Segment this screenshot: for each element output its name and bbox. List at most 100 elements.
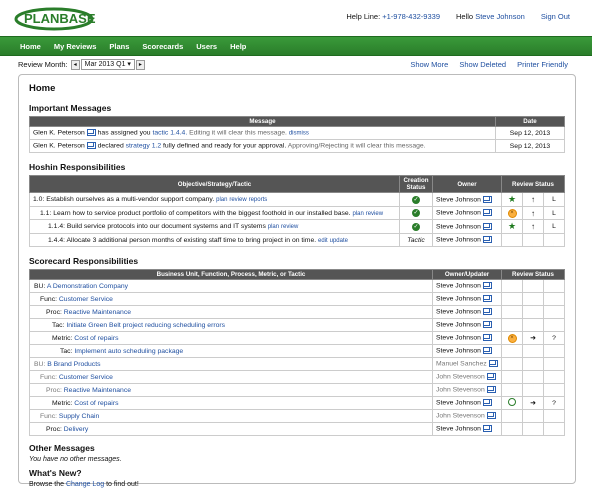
col-objective: Objective/Strategy/Tactic [29, 175, 400, 193]
check-icon: ✓ [412, 209, 420, 217]
scorecard-item-link[interactable]: Customer Service [59, 296, 113, 303]
greeting: Hello Steve Johnson [456, 12, 525, 21]
mail-icon[interactable] [482, 295, 492, 303]
mail-icon[interactable] [482, 425, 492, 433]
mail-icon[interactable] [488, 360, 498, 368]
scorecard-item-link[interactable]: Reactive Maintenance [64, 309, 131, 316]
sign-out-link[interactable]: Sign Out [541, 12, 570, 21]
review-link[interactable]: review [281, 224, 298, 230]
scorecard-item-link[interactable]: Reactive Maintenance [64, 387, 131, 394]
mail-icon[interactable] [486, 412, 496, 420]
hoshin-row: 1.0: Establish ourselves as a multi-vend… [29, 192, 565, 207]
planbase-logo[interactable]: PLANBASE [14, 5, 122, 31]
mail-icon[interactable] [482, 347, 492, 355]
nav-users[interactable]: Users [196, 42, 217, 51]
col-owner: Owner [432, 175, 502, 193]
scorecard-row: Func: Customer Service John Stevenson [29, 370, 565, 384]
mail-icon[interactable] [482, 209, 492, 217]
page-title: Home [29, 83, 56, 94]
mail-icon[interactable] [482, 334, 492, 342]
scorecard-item-link[interactable]: A Demonstration Company [47, 283, 128, 290]
tactic-link[interactable]: tactic 1.4.4. [152, 130, 187, 137]
phone-link[interactable]: +1-978-432-9339 [382, 12, 440, 21]
sub-bar: Review Month: ◂ Mar 2013 Q1 ▾ ▸ Show Mor… [0, 56, 592, 73]
scorecard-item-link[interactable]: Delivery [64, 426, 89, 433]
right-arrow-icon: ➜ [522, 396, 544, 410]
whats-new-text: Browse the Change Log to find out! [29, 481, 139, 488]
prev-month-button[interactable]: ◂ [70, 59, 80, 70]
scorecard-row: Tac: Initiate Green Belt project reducin… [29, 318, 565, 332]
reports-link[interactable]: reports [249, 197, 268, 203]
scorecard-row: Proc: Delivery Steve Johnson [29, 422, 565, 436]
scorecard-item-link[interactable]: Customer Service [59, 374, 113, 381]
mail-icon[interactable] [482, 222, 492, 230]
other-messages-text: You have no other messages. [29, 456, 122, 463]
hoshin-title: Hoshin Responsibilities [29, 162, 126, 172]
nav-home[interactable]: Home [20, 42, 41, 51]
show-deleted-link[interactable]: Show Deleted [459, 60, 506, 69]
review-month-label: Review Month: [18, 60, 68, 69]
plan-link[interactable]: plan [268, 224, 279, 230]
next-month-button[interactable]: ▸ [135, 59, 145, 70]
scorecard-row: Proc: Reactive Maintenance Steve Johnson [29, 305, 565, 319]
review-link[interactable]: review [229, 197, 246, 203]
scorecard-row: BU: A Demonstration Company Steve Johnson [29, 279, 565, 293]
nav-scorecards[interactable]: Scorecards [142, 42, 183, 51]
up-arrow-icon: ↑ [522, 192, 544, 207]
scorecard-row: Metric: Cost of repairs Steve Johnson ➜? [29, 396, 565, 410]
dismiss-link[interactable]: dismiss [289, 131, 309, 137]
whats-new-title: What's New? [29, 468, 82, 478]
hoshin-row: 1.1.4: Build service protocols into our … [29, 219, 565, 234]
star-icon: ★ [507, 221, 517, 231]
mail-icon[interactable] [482, 282, 492, 290]
update-link[interactable]: update [330, 238, 348, 244]
col-creation-status: Creation Status [399, 175, 433, 193]
scorecard-row: Proc: Reactive Maintenance John Stevenson [29, 383, 565, 397]
mail-icon[interactable] [482, 399, 492, 407]
important-messages-table: Message Date Glen K. Peterson has assigne… [29, 116, 565, 153]
edit-link[interactable]: edit [318, 238, 328, 244]
star-icon: ★ [507, 194, 517, 204]
check-icon: ✓ [412, 195, 420, 204]
plan-link[interactable]: plan [216, 197, 227, 203]
nav-my-reviews[interactable]: My Reviews [54, 42, 97, 51]
show-more-link[interactable]: Show More [410, 60, 448, 69]
scorecard-item-link[interactable]: Cost of repairs [74, 400, 118, 407]
review-month-select[interactable]: Mar 2013 Q1 ▾ [80, 59, 135, 70]
important-messages-title: Important Messages [29, 103, 112, 113]
mail-icon[interactable] [482, 236, 492, 244]
review-link[interactable]: review [366, 211, 383, 217]
mail-icon[interactable] [86, 129, 96, 137]
mail-icon[interactable] [482, 195, 492, 203]
nav-plans[interactable]: Plans [109, 42, 129, 51]
col-business-unit: Business Unit, Function, Process, Metric… [29, 269, 433, 280]
mail-icon[interactable] [486, 386, 496, 394]
col-message: Message [29, 116, 496, 127]
strategy-link[interactable]: strategy 1.2 [126, 143, 162, 150]
col-review-status: Review Status [501, 269, 565, 280]
plan-link[interactable]: plan [352, 211, 363, 217]
message-row: Glen K. Peterson declared strategy 1.2 f… [29, 139, 565, 153]
scorecard-item-link[interactable]: B Brand Products [47, 361, 100, 368]
scorecard-item-link[interactable]: Cost of repairs [74, 335, 118, 342]
hoshin-row: 1.4.4: Allocate 3 additional person mont… [29, 233, 565, 247]
scorecard-item-link[interactable]: Supply Chain [59, 413, 99, 420]
check-icon: ✓ [412, 222, 420, 231]
col-owner-updater: Owner/Updater [432, 269, 502, 280]
mail-icon[interactable] [482, 321, 492, 329]
scorecard-item-link[interactable]: Implement auto scheduling package [74, 348, 183, 355]
mail-icon[interactable] [486, 373, 496, 381]
user-link[interactable]: Steve Johnson [475, 12, 525, 21]
scorecard-item-link[interactable]: Initiate Green Belt project reducing sch… [66, 322, 225, 329]
mail-icon[interactable] [482, 308, 492, 316]
change-log-link[interactable]: Change Log [66, 481, 104, 488]
scorecard-row: Metric: Cost of repairs Steve Johnson × ➜? [29, 331, 565, 345]
mail-icon[interactable] [86, 142, 96, 150]
x-circle-icon: × [507, 208, 517, 218]
nav-help[interactable]: Help [230, 42, 246, 51]
col-review-status: Review Status [501, 175, 565, 193]
printer-friendly-link[interactable]: Printer Friendly [517, 60, 568, 69]
hoshin-row: 1.1: Learn how to service product portfo… [29, 206, 565, 220]
question-mark: ? [543, 396, 565, 410]
right-arrow-icon: ➜ [522, 331, 544, 345]
